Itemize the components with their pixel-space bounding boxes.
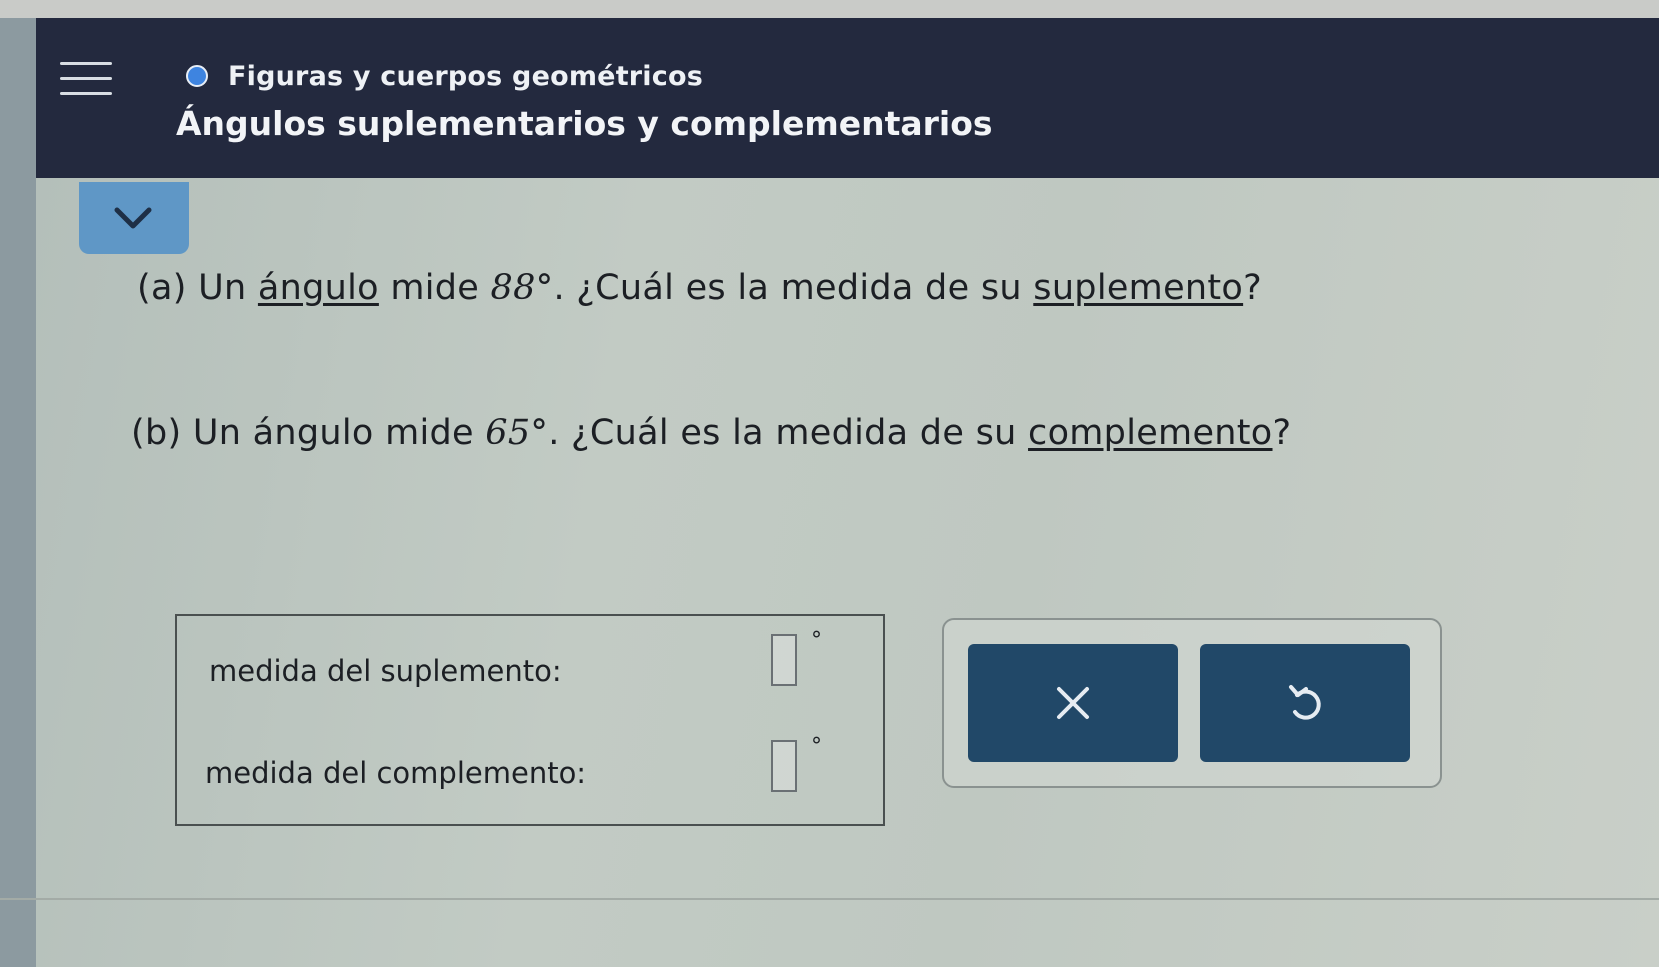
topic-row: Figuras y cuerpos geométricos [186, 60, 703, 92]
chevron-down-icon [114, 207, 152, 229]
angulo-link[interactable]: ángulo [258, 268, 379, 308]
question-a-value: 88° [490, 268, 554, 308]
question-b: (b) Un ángulo mide 65°. ¿Cuál es la medi… [131, 413, 1291, 453]
undo-icon [1289, 685, 1321, 720]
undo-button[interactable] [1200, 644, 1410, 762]
complemento-link[interactable]: complemento [1028, 413, 1272, 453]
question-b-prefix: (b) Un ángulo mide [131, 413, 486, 453]
bottom-divider [0, 898, 1659, 900]
question-b-end: ? [1272, 413, 1292, 453]
clear-button[interactable] [968, 644, 1178, 762]
question-b-suffix: . ¿Cuál es la medida de su [548, 413, 1029, 453]
top-browser-strip [0, 0, 1659, 18]
question-a: (a) Un ángulo mide 88°. ¿Cuál es la medi… [137, 268, 1262, 308]
question-a-end: ? [1243, 268, 1263, 308]
suplemento-link[interactable]: suplemento [1033, 268, 1243, 308]
lesson-title: Ángulos suplementarios y complementarios [176, 104, 993, 143]
suplemento-input[interactable] [771, 634, 797, 686]
question-a-suffix: . ¿Cuál es la medida de su [553, 268, 1034, 308]
question-a-prefix: (a) Un [137, 268, 258, 308]
suplemento-degree-symbol: ° [811, 628, 822, 653]
topic-title: Figuras y cuerpos geométricos [228, 60, 703, 92]
answer-box: medida del suplemento: ° medida del comp… [175, 614, 885, 826]
topic-status-dot [186, 65, 208, 87]
complemento-degree-symbol: ° [811, 734, 822, 759]
suplemento-label: medida del suplemento: [209, 654, 562, 688]
collapse-button[interactable] [79, 182, 189, 254]
action-button-panel [942, 618, 1442, 788]
complemento-label: medida del complemento: [205, 756, 587, 790]
left-edge-strip [0, 18, 36, 967]
x-icon [1057, 687, 1089, 719]
lesson-header [36, 18, 1659, 178]
question-a-mid: mide [378, 268, 491, 308]
complemento-input[interactable] [771, 740, 797, 792]
question-b-value: 65° [485, 413, 549, 453]
hamburger-menu-icon[interactable] [60, 58, 112, 102]
